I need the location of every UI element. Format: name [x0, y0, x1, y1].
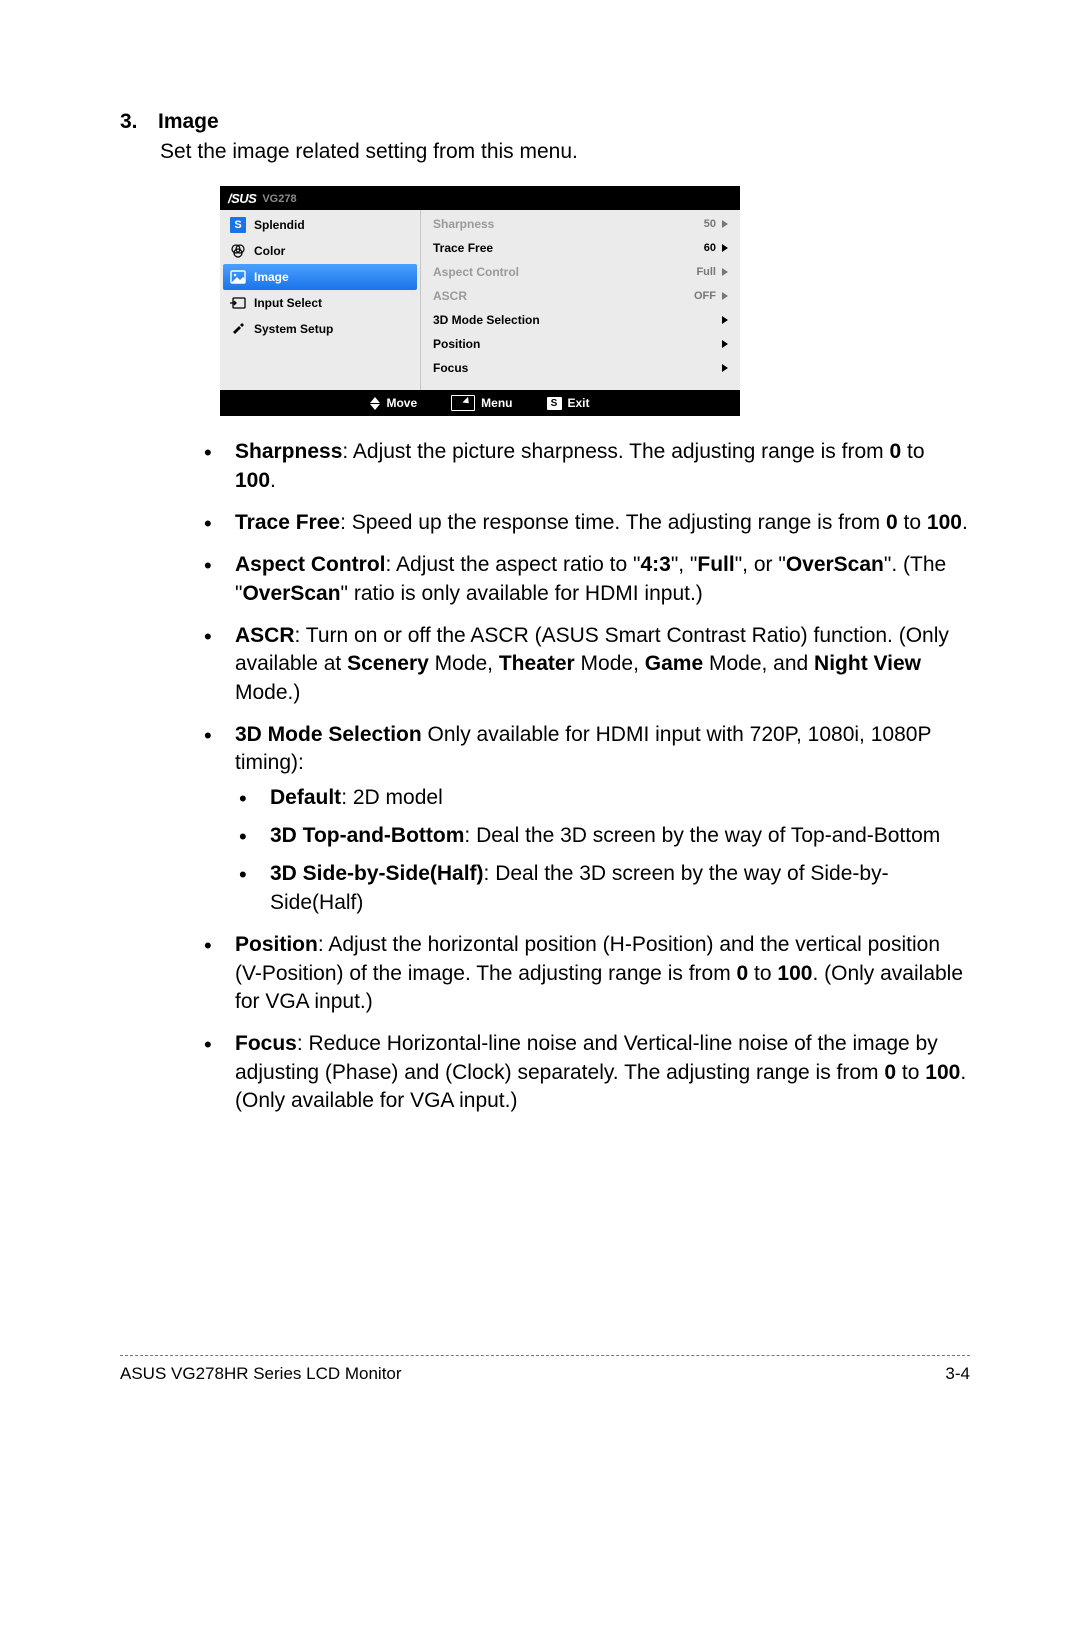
chevron-right-icon — [722, 364, 728, 372]
hint-label: Move — [386, 396, 417, 410]
chevron-right-icon — [722, 292, 728, 300]
chevron-right-icon — [722, 244, 728, 252]
chevron-right-icon — [722, 340, 728, 348]
section-intro: Set the image related setting from this … — [160, 138, 970, 166]
chevron-right-icon — [722, 220, 728, 228]
osd-panel: /SUS VG278 S Splendid Color — [220, 186, 740, 416]
row-value: OFF — [694, 290, 716, 302]
bullet-tracefree: Trace Free: Speed up the response time. … — [200, 509, 970, 537]
row-sharpness[interactable]: Sharpness 50 — [421, 212, 740, 236]
row-ascr[interactable]: ASCR OFF — [421, 284, 740, 308]
row-tracefree[interactable]: Trace Free 60 — [421, 236, 740, 260]
setup-icon — [230, 321, 246, 337]
row-focus[interactable]: Focus — [421, 356, 740, 380]
color-icon — [230, 243, 246, 259]
menu-system-setup[interactable]: System Setup — [220, 316, 420, 342]
row-value: 60 — [704, 242, 716, 254]
bullet-ascr: ASCR: Turn on or off the ASCR (ASUS Smar… — [200, 622, 970, 707]
menu-icon — [451, 395, 475, 411]
sub-default: Default: 2D model — [235, 784, 970, 812]
row-label: Sharpness — [433, 217, 494, 231]
bullet-sharpness: Sharpness: Adjust the picture sharpness.… — [200, 438, 970, 495]
row-value: 50 — [704, 218, 716, 230]
menu-label: Color — [254, 244, 285, 258]
row-label: 3D Mode Selection — [433, 313, 540, 327]
menu-label: Input Select — [254, 296, 322, 310]
bullet-position: Position: Adjust the horizontal position… — [200, 931, 970, 1016]
bullet-aspect: Aspect Control: Adjust the aspect ratio … — [200, 551, 970, 608]
menu-label: Image — [254, 270, 289, 284]
chevron-right-icon — [722, 316, 728, 324]
sub-sbs: 3D Side-by-Side(Half): Deal the 3D scree… — [235, 860, 970, 917]
osd-footer: Move Menu S Exit — [220, 390, 740, 416]
row-label: ASCR — [433, 289, 467, 303]
input-icon — [230, 295, 246, 311]
section-title: Image — [158, 110, 219, 134]
footer-page-number: 3-4 — [945, 1364, 970, 1384]
section-heading: 3. Image — [120, 110, 970, 134]
row-3dmode[interactable]: 3D Mode Selection — [421, 308, 740, 332]
s-key-icon: S — [547, 397, 562, 410]
row-label: Focus — [433, 361, 468, 375]
hint-label: Exit — [568, 396, 590, 410]
updown-icon — [370, 397, 380, 410]
footer-left: ASUS VG278HR Series LCD Monitor — [120, 1364, 402, 1384]
description-list: Sharpness: Adjust the picture sharpness.… — [200, 438, 970, 1115]
row-position[interactable]: Position — [421, 332, 740, 356]
row-label: Trace Free — [433, 241, 493, 255]
hint-menu: Menu — [451, 395, 512, 411]
sub-list: Default: 2D model 3D Top-and-Bottom: Dea… — [235, 784, 970, 917]
osd-menu: S Splendid Color Image — [220, 210, 420, 390]
row-label: Position — [433, 337, 480, 351]
menu-label: Splendid — [254, 218, 305, 232]
hint-label: Menu — [481, 396, 512, 410]
menu-label: System Setup — [254, 322, 333, 336]
section-number: 3. — [120, 110, 140, 134]
bullet-focus: Focus: Reduce Horizontal-line noise and … — [200, 1030, 970, 1115]
brand-logo: /SUS — [228, 191, 256, 206]
bullet-3dmode: 3D Mode Selection Only available for HDM… — [200, 721, 970, 917]
row-aspect[interactable]: Aspect Control Full — [421, 260, 740, 284]
sub-top-bottom: 3D Top-and-Bottom: Deal the 3D screen by… — [235, 822, 970, 850]
menu-color[interactable]: Color — [220, 238, 420, 264]
manual-page: 3. Image Set the image related setting f… — [0, 0, 1080, 1444]
s-badge-icon: S — [230, 217, 246, 233]
page-footer: ASUS VG278HR Series LCD Monitor 3-4 — [120, 1355, 970, 1384]
menu-input-select[interactable]: Input Select — [220, 290, 420, 316]
row-value: Full — [696, 266, 716, 278]
osd-body: S Splendid Color Image — [220, 210, 740, 390]
menu-splendid[interactable]: S Splendid — [220, 212, 420, 238]
hint-exit: S Exit — [547, 396, 590, 410]
osd-submenu: Sharpness 50 Trace Free 60 Aspect Contro… — [420, 210, 740, 390]
row-label: Aspect Control — [433, 265, 519, 279]
hint-move: Move — [370, 396, 417, 410]
osd-titlebar: /SUS VG278 — [220, 186, 740, 210]
model-label: VG278 — [262, 193, 296, 205]
chevron-right-icon — [722, 268, 728, 276]
menu-image[interactable]: Image — [223, 264, 417, 290]
image-icon — [230, 269, 246, 285]
